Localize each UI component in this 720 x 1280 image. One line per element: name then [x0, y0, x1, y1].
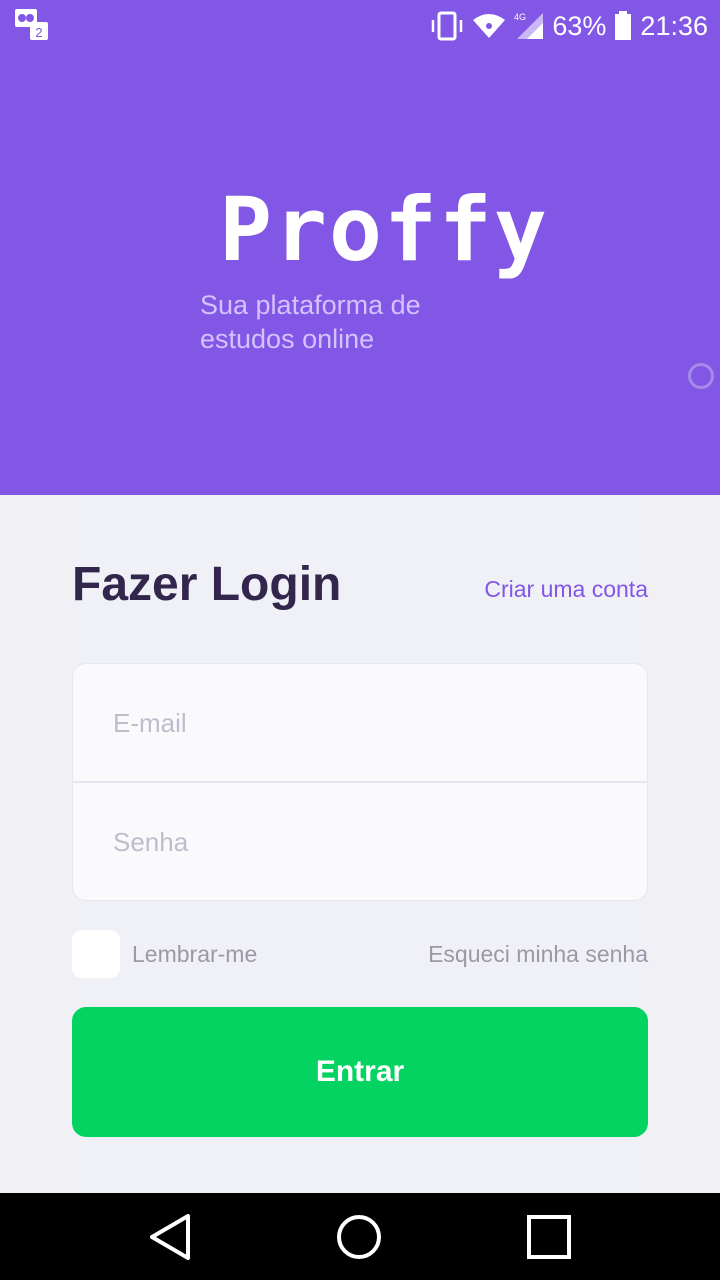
- status-bar: 2 4G 63% 21:36: [0, 0, 720, 50]
- home-icon[interactable]: [334, 1212, 384, 1262]
- vibrate-icon: [432, 11, 463, 41]
- battery-percent: 63%: [552, 10, 607, 41]
- battery-icon: [615, 11, 632, 40]
- wifi-icon: [473, 14, 506, 38]
- clock: 21:36: [640, 10, 708, 41]
- scroll-indicator-icon: [688, 363, 714, 389]
- forgot-password-link[interactable]: Esqueci minha senha: [428, 941, 648, 968]
- credentials-group: [72, 663, 648, 901]
- login-button[interactable]: Entrar: [72, 1007, 648, 1137]
- remember-me-checkbox[interactable]: [72, 930, 120, 978]
- status-indicators: 4G 63% 21:36: [430, 8, 708, 44]
- cell-signal-icon: 4G: [514, 12, 544, 39]
- options-row: Lembrar-me Esqueci minha senha: [72, 929, 648, 979]
- login-form: Fazer Login Criar uma conta Lembrar-me E…: [72, 495, 648, 1193]
- password-field[interactable]: [73, 783, 647, 900]
- page-title: Fazer Login: [72, 558, 342, 611]
- chat-notification-icon: 2: [15, 9, 48, 40]
- remember-me-label[interactable]: Lembrar-me: [132, 941, 257, 968]
- signal-type: 4G: [514, 12, 526, 22]
- recent-apps-icon[interactable]: [524, 1212, 574, 1262]
- create-account-link[interactable]: Criar uma conta: [484, 575, 648, 603]
- navigation-bar: [0, 1193, 720, 1280]
- tagline: Sua plataforma de estudos online: [200, 290, 421, 354]
- app-logo: Proffy: [219, 178, 549, 281]
- email-field[interactable]: [73, 664, 647, 782]
- back-icon[interactable]: [146, 1212, 196, 1262]
- hero-banner: Proffy Sua plataforma de estudos online: [0, 50, 720, 495]
- svg-text:2: 2: [35, 25, 42, 40]
